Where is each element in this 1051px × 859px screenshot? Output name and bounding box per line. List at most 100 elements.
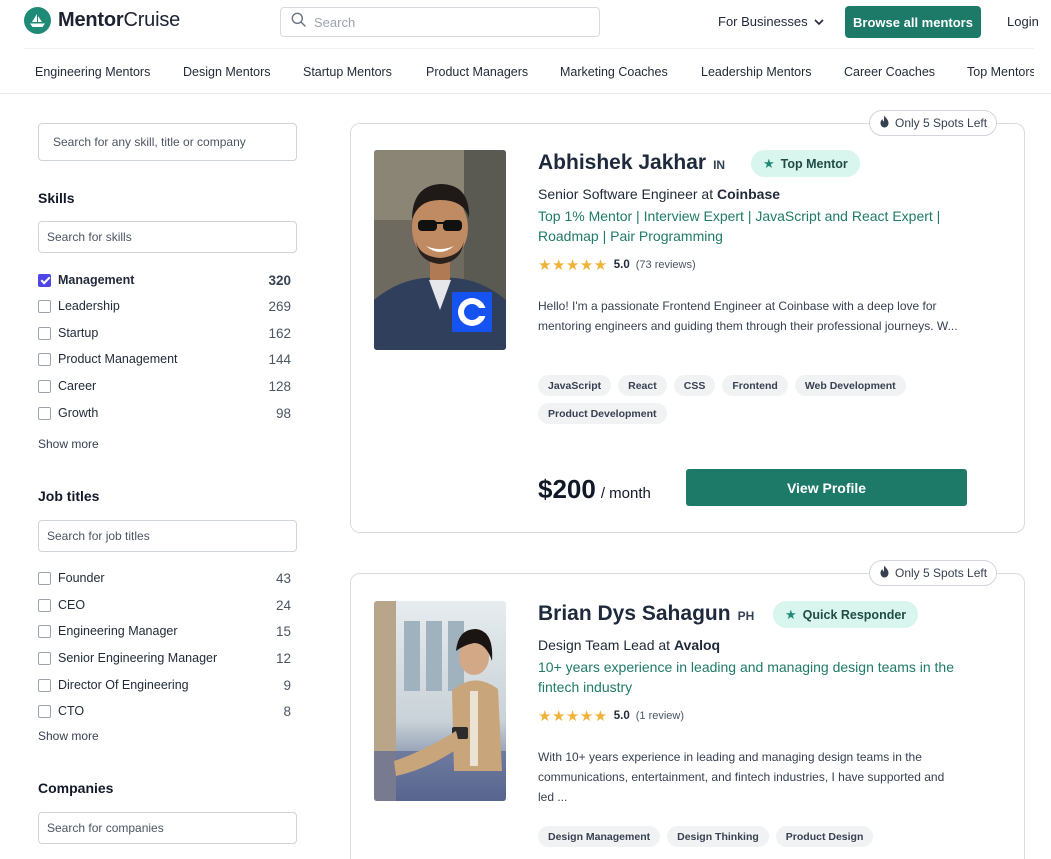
mentor-name[interactable]: Abhishek Jakhar IN <box>538 151 725 175</box>
category-link[interactable]: Design Mentors <box>183 65 271 79</box>
company-name: Avaloq <box>673 637 721 653</box>
skill-filter-career[interactable]: Career 128 <box>38 377 291 395</box>
global-search-input[interactable] <box>314 14 574 30</box>
skill-filter-startup[interactable]: Startup 162 <box>38 324 291 342</box>
category-nav: Engineering Mentors Design Mentors Start… <box>24 48 1034 94</box>
checkbox[interactable] <box>38 379 51 393</box>
price-period: / month <box>600 485 651 502</box>
for-businesses-dropdown[interactable]: For Businesses <box>718 14 824 29</box>
skill-tag[interactable]: JavaScript <box>538 375 612 396</box>
job-filter-director-of-engineering[interactable]: Director Of Engineering 9 <box>38 676 291 694</box>
filter-label: Senior Engineering Manager <box>58 651 218 665</box>
category-link[interactable]: Career Coaches <box>844 65 935 79</box>
view-profile-button[interactable]: View Profile <box>686 469 967 506</box>
job-filter-founder[interactable]: Founder 43 <box>38 569 291 587</box>
mentor-name-text: Brian Dys Sahagun <box>538 602 731 625</box>
mentor-name[interactable]: Brian Dys Sahagun PH <box>538 602 754 626</box>
skill-tag[interactable]: Product Development <box>538 403 667 424</box>
review-count: (1 review) <box>635 710 685 722</box>
category-link[interactable]: Marketing Coaches <box>560 65 668 79</box>
skill-title-company-search-input[interactable] <box>53 135 296 149</box>
skill-filter-growth[interactable]: Growth 98 <box>38 404 291 422</box>
mentor-price: $200 / month <box>538 474 651 505</box>
checkbox[interactable] <box>38 678 51 692</box>
global-search[interactable] <box>280 7 600 37</box>
checkbox[interactable] <box>38 571 51 585</box>
category-link[interactable]: Top Mentors <box>967 65 1034 79</box>
checkbox[interactable] <box>38 326 51 340</box>
filter-label: CEO <box>58 598 86 612</box>
skill-tag[interactable]: React <box>618 375 667 396</box>
job-filter-ceo[interactable]: CEO 24 <box>38 596 291 614</box>
job-filter-engineering-manager[interactable]: Engineering Manager 15 <box>38 622 291 640</box>
mentor-name-text: Abhishek Jakhar <box>538 151 707 174</box>
filter-count: 12 <box>275 650 291 666</box>
skills-search-input[interactable] <box>47 230 296 244</box>
chevron-down-icon <box>814 14 824 29</box>
mentor-bio: With 10+ years experience in leading and… <box>538 750 945 804</box>
skills-show-more[interactable]: Show more <box>38 437 99 451</box>
mentor-skill-tags: Design Management Design Thinking Produc… <box>538 826 978 847</box>
star-icon: ★ <box>785 606 797 622</box>
flame-icon <box>879 115 890 131</box>
skill-tag[interactable]: CSS <box>673 375 716 396</box>
skill-filter-management[interactable]: Management 320 <box>38 271 291 289</box>
checkbox[interactable] <box>38 352 51 366</box>
filter-count: 9 <box>283 677 291 693</box>
filter-count: 24 <box>275 597 291 613</box>
job-titles-search-input[interactable] <box>47 529 296 543</box>
companies-search-input[interactable] <box>47 821 296 835</box>
browse-all-mentors-button[interactable]: Browse all mentors <box>845 6 981 38</box>
category-link[interactable]: Product Managers <box>426 65 528 79</box>
skill-tag[interactable]: Web Development <box>794 375 906 396</box>
skill-filter-leadership[interactable]: Leadership 269 <box>38 297 291 315</box>
nav-divider <box>0 93 1051 94</box>
mentor-photo[interactable] <box>374 150 506 350</box>
category-link[interactable]: Leadership Mentors <box>701 65 811 79</box>
rating-stars-icon: ★★★★★ <box>538 708 608 725</box>
skills-search[interactable] <box>38 221 297 253</box>
review-count: (73 reviews) <box>635 259 696 271</box>
for-businesses-label: For Businesses <box>718 14 808 29</box>
checkbox[interactable] <box>38 624 51 638</box>
job-filter-cto[interactable]: CTO 8 <box>38 702 291 720</box>
mentor-tagline: 10+ years experience in leading and mana… <box>538 659 955 695</box>
job-filter-senior-engineering-manager[interactable]: Senior Engineering Manager 12 <box>38 649 291 667</box>
category-link[interactable]: Engineering Mentors <box>35 65 150 79</box>
skill-tag[interactable]: Design Thinking <box>667 826 769 847</box>
login-link[interactable]: Login <box>1007 14 1039 29</box>
filter-label: Management <box>58 273 135 287</box>
mentor-role: Senior Software Engineer at Coinbase <box>538 186 780 202</box>
category-link[interactable]: Startup Mentors <box>303 65 392 79</box>
filter-count: 269 <box>268 298 291 314</box>
checkbox[interactable] <box>38 299 51 313</box>
checkbox[interactable] <box>38 704 51 718</box>
mentor-photo[interactable] <box>374 601 506 801</box>
skill-tag[interactable]: Frontend <box>722 375 788 396</box>
skill-title-company-search[interactable] <box>38 123 297 161</box>
logo[interactable]: MentorCruise <box>24 7 180 34</box>
mentor-bio: Hello! I'm a passionate Frontend Enginee… <box>538 299 958 333</box>
spots-left-text: Only 5 Spots Left <box>895 116 988 130</box>
checkbox[interactable] <box>38 651 51 665</box>
skill-tag[interactable]: Design Management <box>538 826 661 847</box>
top-mentor-badge: ★ Top Mentor <box>751 150 860 177</box>
companies-search[interactable] <box>38 812 297 844</box>
checkbox-checked[interactable] <box>38 273 51 287</box>
filter-label: Leadership <box>58 299 120 313</box>
mentor-skill-tags: JavaScript React CSS Frontend Web Develo… <box>538 375 978 424</box>
checkbox[interactable] <box>38 598 51 612</box>
job-titles-show-more[interactable]: Show more <box>38 729 99 743</box>
skill-filter-product-management[interactable]: Product Management 144 <box>38 350 291 368</box>
filter-count: 144 <box>268 351 291 367</box>
skill-tag[interactable]: Product Design <box>775 826 874 847</box>
filter-label: Founder <box>58 571 105 585</box>
checkbox[interactable] <box>38 406 51 420</box>
filter-label: CTO <box>58 704 85 718</box>
price-amount: $200 <box>538 474 596 504</box>
filter-count: 43 <box>275 570 291 586</box>
country-code: IN <box>713 158 726 172</box>
quick-responder-badge: ★ Quick Responder <box>773 601 919 628</box>
filter-label: Director Of Engineering <box>58 678 189 692</box>
job-titles-search[interactable] <box>38 520 297 552</box>
